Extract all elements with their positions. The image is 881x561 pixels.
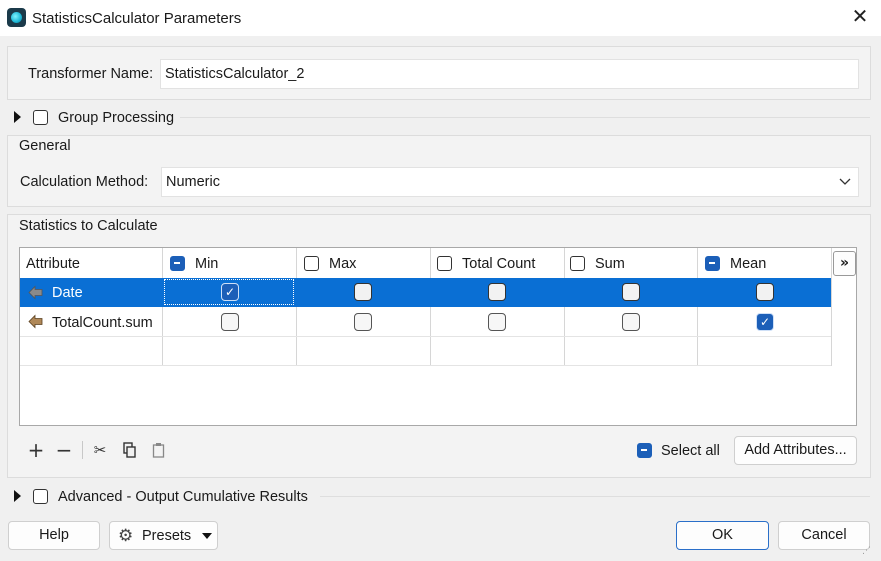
calculation-method-value: Numeric — [166, 174, 220, 190]
group-processing-checkbox[interactable] — [33, 110, 48, 125]
window-title: StatisticsCalculator Parameters — [32, 10, 242, 27]
copy-icon[interactable] — [122, 442, 137, 458]
double-chevron-right-icon: » — [839, 255, 850, 271]
column-total-count-checkbox[interactable] — [437, 256, 452, 271]
ok-button[interactable]: OK — [676, 521, 769, 550]
calculation-method-select[interactable]: Numeric — [161, 167, 859, 197]
cancel-button[interactable]: Cancel — [778, 521, 870, 550]
more-columns-button[interactable]: » — [833, 251, 856, 276]
column-header-mean[interactable]: Mean — [730, 256, 766, 272]
transformer-name-input[interactable]: StatisticsCalculator_2 — [160, 59, 859, 89]
advanced-checkbox[interactable] — [33, 489, 48, 504]
advanced-expand-icon[interactable] — [14, 490, 21, 502]
gear-icon: ⚙ — [118, 526, 134, 546]
presets-label: Presets — [142, 528, 192, 544]
max-checkbox[interactable] — [354, 283, 372, 301]
advanced-label: Advanced - Output Cumulative Results — [58, 489, 308, 505]
close-icon[interactable]: ✕ — [849, 6, 871, 28]
column-sum-checkbox[interactable] — [570, 256, 585, 271]
resize-grip-icon[interactable]: ⋰ — [862, 545, 874, 557]
column-mean-checkbox[interactable] — [705, 256, 720, 271]
column-header-attribute[interactable]: Attribute — [26, 256, 80, 272]
mean-checkbox[interactable] — [756, 313, 774, 331]
table-row[interactable] — [20, 278, 831, 307]
attribute-arrow-icon — [28, 314, 43, 329]
column-header-sum[interactable]: Sum — [595, 256, 625, 272]
divider — [180, 117, 870, 118]
add-icon[interactable]: + — [27, 439, 45, 461]
column-min-checkbox[interactable] — [170, 256, 185, 271]
min-checkbox[interactable] — [221, 283, 239, 301]
total-count-checkbox[interactable] — [488, 283, 506, 301]
statistics-section-label: Statistics to Calculate — [19, 218, 158, 234]
select-all-label: Select all — [661, 443, 720, 459]
title-bar: StatisticsCalculator Parameters ✕ — [0, 0, 881, 36]
cut-icon[interactable]: ✂ — [91, 441, 109, 459]
divider — [320, 496, 870, 497]
sum-checkbox[interactable] — [622, 283, 640, 301]
transformer-name-label: Transformer Name: — [28, 66, 154, 82]
table-row-empty[interactable] — [20, 337, 831, 366]
dropdown-arrow-icon — [202, 533, 212, 539]
toolbar-separator — [82, 441, 83, 459]
column-header-total-count[interactable]: Total Count — [462, 256, 535, 272]
column-divider — [831, 248, 832, 366]
group-processing-expand-icon[interactable] — [14, 111, 21, 123]
general-section-label: General — [19, 138, 71, 154]
total-count-checkbox[interactable] — [488, 313, 506, 331]
app-icon — [7, 8, 26, 27]
column-header-min[interactable]: Min — [195, 256, 218, 272]
column-max-checkbox[interactable] — [304, 256, 319, 271]
max-checkbox[interactable] — [354, 313, 372, 331]
attribute-name: TotalCount.sum — [52, 315, 153, 331]
min-checkbox[interactable] — [221, 313, 239, 331]
attribute-name: Date — [52, 285, 83, 301]
add-attributes-button[interactable]: Add Attributes... — [734, 436, 857, 465]
help-button[interactable]: Help — [8, 521, 100, 550]
transformer-name-value: StatisticsCalculator_2 — [165, 66, 305, 82]
select-all-checkbox[interactable] — [637, 443, 652, 458]
column-header-max[interactable]: Max — [329, 256, 356, 272]
presets-button[interactable]: ⚙ Presets — [109, 521, 218, 550]
chevron-down-icon — [839, 178, 851, 185]
paste-icon[interactable] — [152, 442, 165, 458]
remove-icon[interactable]: − — [55, 439, 73, 461]
calculation-method-label: Calculation Method: — [20, 174, 149, 190]
group-processing-label: Group Processing — [58, 110, 175, 126]
sum-checkbox[interactable] — [622, 313, 640, 331]
mean-checkbox[interactable] — [756, 283, 774, 301]
attribute-arrow-icon — [28, 285, 43, 300]
